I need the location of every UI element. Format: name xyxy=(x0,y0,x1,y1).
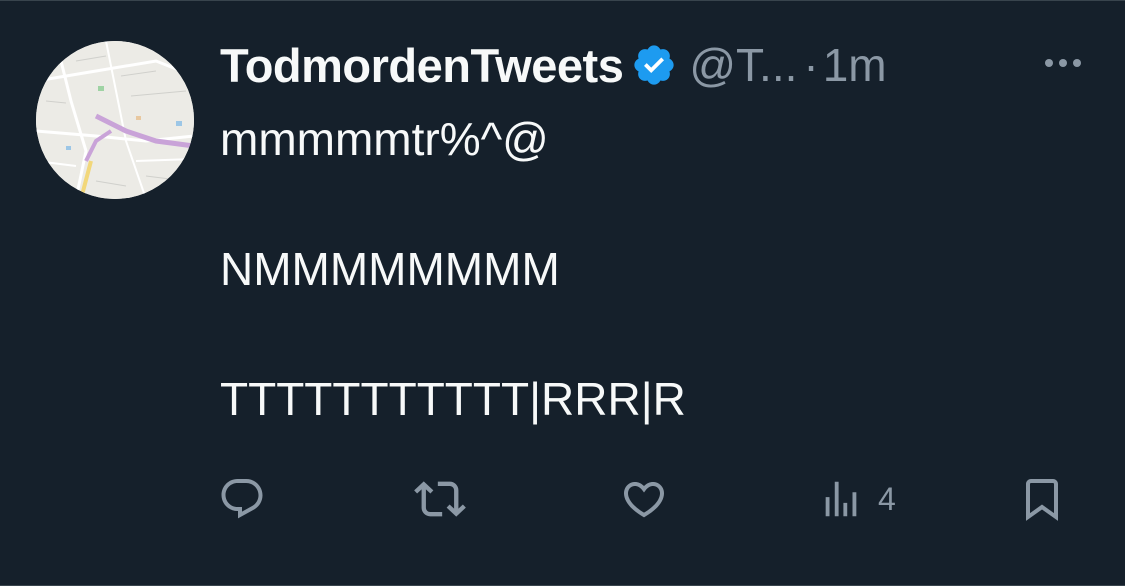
analytics-icon xyxy=(825,481,857,517)
more-options-icon[interactable] xyxy=(1041,53,1085,73)
timestamp[interactable]: 1m xyxy=(823,38,887,92)
bookmark-button[interactable] xyxy=(1018,471,1066,527)
retweet-icon xyxy=(414,481,466,517)
tweet-line-1: mmmmmtr%^@ xyxy=(220,113,549,165)
handle[interactable]: @T... xyxy=(689,38,797,92)
tweet[interactable]: TodmordenTweets @T... · 1m mmmmmtr%^@ NM… xyxy=(0,0,1125,586)
tweet-text: mmmmmtr%^@ NMMMMMMMM TTTTTTTTTTT|RRR|R xyxy=(220,109,1080,429)
verified-badge-icon[interactable] xyxy=(631,42,677,88)
reply-button[interactable] xyxy=(218,471,266,527)
display-name[interactable]: TodmordenTweets xyxy=(220,38,624,93)
like-button[interactable] xyxy=(620,471,668,527)
tweet-header: TodmordenTweets @T... · 1m xyxy=(220,35,887,95)
avatar[interactable] xyxy=(36,41,194,199)
action-bar: 4 xyxy=(218,471,1068,527)
map-avatar-image xyxy=(36,41,194,199)
separator-dot: · xyxy=(803,39,819,91)
heart-icon xyxy=(623,482,665,518)
views-button[interactable]: 4 xyxy=(818,471,896,527)
views-count: 4 xyxy=(878,480,896,517)
retweet-button[interactable] xyxy=(414,471,466,527)
bookmark-icon xyxy=(1026,479,1058,521)
tweet-line-2: NMMMMMMMM xyxy=(220,243,560,295)
tweet-line-3: TTTTTTTTTTT|RRR|R xyxy=(220,373,686,425)
reply-icon xyxy=(221,479,263,519)
